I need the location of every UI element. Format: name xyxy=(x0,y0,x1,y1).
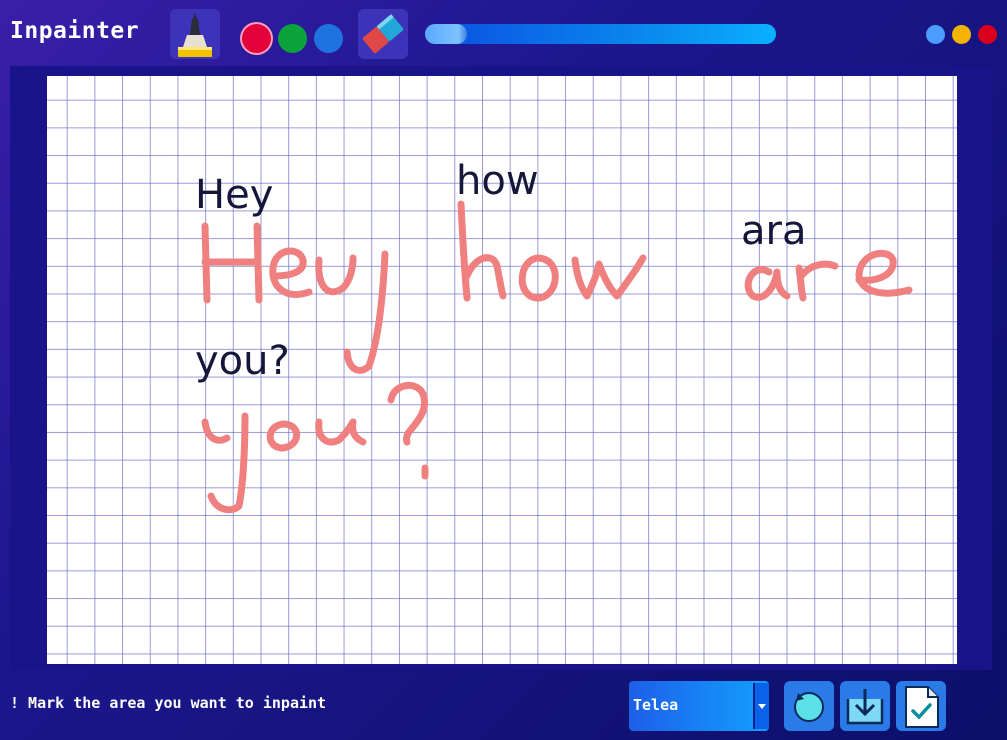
save-icon xyxy=(846,689,884,725)
window-maximize-button[interactable] xyxy=(952,25,971,44)
inpaint-method-value: Telea xyxy=(633,696,679,714)
app-title: Inpainter xyxy=(10,18,140,44)
chevron-down-icon[interactable] xyxy=(753,683,769,729)
save-button[interactable] xyxy=(840,681,890,731)
apply-button[interactable] xyxy=(896,681,946,731)
brush-size-slider[interactable] xyxy=(425,24,776,44)
color-red-swatch[interactable] xyxy=(242,24,271,53)
brush-icon xyxy=(178,12,212,57)
apply-icon xyxy=(905,686,939,728)
window-close-button[interactable] xyxy=(978,25,997,44)
color-blue-swatch[interactable] xyxy=(314,24,343,53)
eraser-icon xyxy=(362,14,404,54)
mask-strokes xyxy=(201,200,913,514)
window-minimize-button[interactable] xyxy=(926,25,945,44)
status-message: ! Mark the area you want to inpaint xyxy=(10,694,327,712)
eraser-tool-button[interactable] xyxy=(358,9,408,59)
reset-button[interactable] xyxy=(784,681,834,731)
drawing-canvas[interactable]: Hey how ara you? xyxy=(47,76,957,664)
brush-tool-button[interactable] xyxy=(170,9,220,59)
reset-icon xyxy=(794,692,824,722)
brush-size-slider-handle[interactable] xyxy=(425,24,467,44)
inpaint-method-select[interactable]: Telea xyxy=(629,681,769,731)
color-green-swatch[interactable] xyxy=(278,24,307,53)
